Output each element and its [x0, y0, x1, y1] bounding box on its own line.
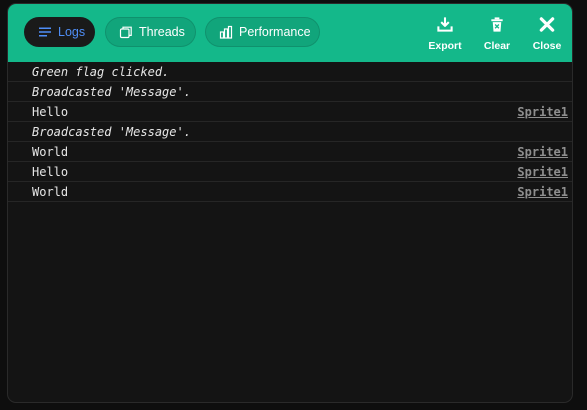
tab-performance[interactable]: Performance — [205, 17, 320, 47]
log-row: Hello Sprite1 — [8, 162, 572, 182]
log-row: Broadcasted 'Message'. — [8, 122, 572, 142]
log-message: Broadcasted 'Message'. — [32, 85, 191, 99]
log-row: World Sprite1 — [8, 142, 572, 162]
download-icon — [437, 17, 453, 32]
threads-icon — [119, 25, 133, 39]
tab-threads-label: Threads — [139, 25, 185, 39]
close-button[interactable]: Close — [525, 16, 569, 52]
export-button[interactable]: Export — [423, 16, 467, 52]
log-row: Broadcasted 'Message'. — [8, 82, 572, 102]
bar-chart-icon — [219, 25, 233, 39]
close-icon — [539, 17, 555, 32]
log-row: Hello Sprite1 — [8, 102, 572, 122]
tab-logs-label: Logs — [58, 25, 86, 39]
close-label: Close — [532, 40, 562, 52]
log-message: Hello — [32, 165, 69, 179]
log-list: Green flag clicked. Broadcasted 'Message… — [8, 62, 572, 202]
clear-button[interactable]: Clear — [475, 16, 519, 52]
log-row: World Sprite1 — [8, 182, 572, 202]
debugger-window: Logs Threads Performance Export Clear Cl… — [7, 3, 573, 403]
clear-label: Clear — [483, 40, 511, 52]
log-message: Green flag clicked. — [32, 65, 170, 79]
tab-performance-label: Performance — [239, 25, 311, 39]
trash-icon — [491, 17, 503, 32]
log-row: Green flag clicked. — [8, 62, 572, 82]
tab-threads[interactable]: Threads — [105, 17, 196, 47]
log-message: World — [32, 185, 69, 199]
export-label: Export — [428, 40, 462, 52]
log-source-link[interactable]: Sprite1 — [517, 102, 568, 122]
tab-logs[interactable]: Logs — [24, 17, 95, 47]
list-icon — [38, 25, 52, 39]
log-source-link[interactable]: Sprite1 — [517, 182, 568, 202]
header-bar: Logs Threads Performance Export Clear Cl… — [8, 4, 572, 62]
log-message: Hello — [32, 105, 69, 119]
log-message: World — [32, 145, 69, 159]
log-source-link[interactable]: Sprite1 — [517, 142, 568, 162]
log-message: Broadcasted 'Message'. — [32, 125, 191, 139]
log-source-link[interactable]: Sprite1 — [517, 162, 568, 182]
